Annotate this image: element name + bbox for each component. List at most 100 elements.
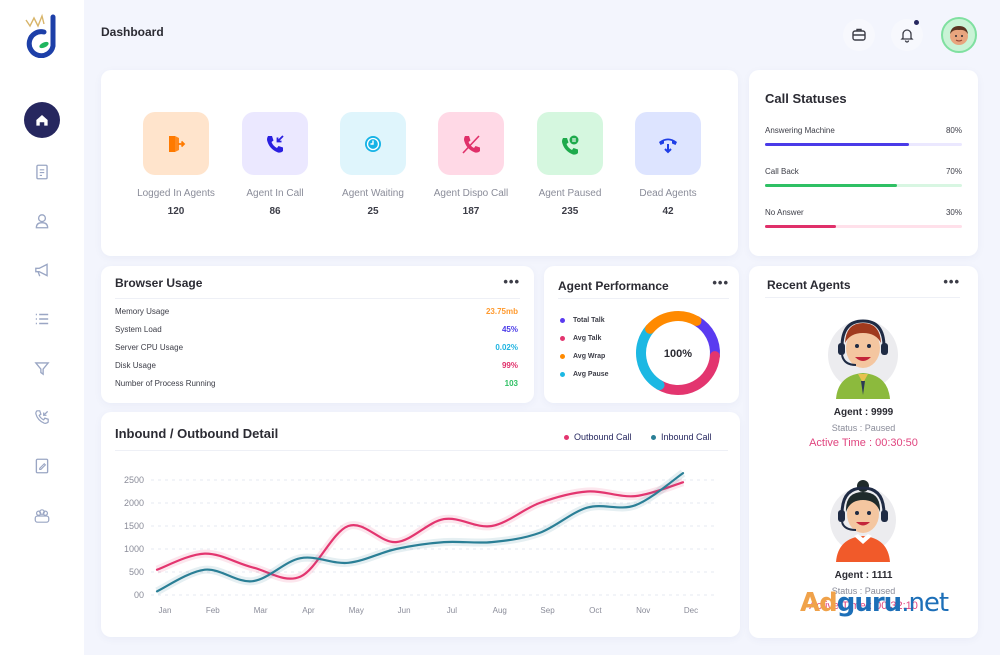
agent-status: Status : Paused <box>831 423 896 433</box>
stat-label: Agent Dispo Call <box>433 188 509 199</box>
inbound-call-point-may[interactable] <box>347 562 349 564</box>
inbound-call-point-nov[interactable] <box>634 504 636 506</box>
call-status-label: No Answer <box>765 208 804 217</box>
stat-agent-paused[interactable]: Agent Paused 235 <box>530 112 610 217</box>
x-tick-label: Dec <box>684 606 698 615</box>
performance-legend-item: Avg Pause <box>560 371 609 378</box>
divider <box>115 298 520 299</box>
sidebar-item-lists[interactable] <box>24 301 60 337</box>
stat-label: Agent Waiting <box>342 188 404 199</box>
sidebar-item-groups[interactable] <box>24 498 60 534</box>
sidebar-item-users[interactable] <box>24 203 60 239</box>
browser-usage-label: Memory Usage <box>115 307 170 316</box>
outbound-call-point-dec[interactable] <box>682 481 684 483</box>
agent-performance-donut: 100% <box>636 311 720 395</box>
outbound-call-point-jul[interactable] <box>443 518 445 520</box>
list-icon <box>35 313 49 325</box>
sidebar-item-filters[interactable] <box>24 350 60 386</box>
outbound-call-point-feb[interactable] <box>204 553 206 555</box>
sidebar-item-campaigns[interactable] <box>24 252 60 288</box>
browser-usage-label: Number of Process Running <box>115 379 216 388</box>
door-exit-icon <box>169 135 186 152</box>
stat-value: 120 <box>167 206 185 217</box>
sidebar-item-home[interactable] <box>24 102 60 138</box>
app-logo[interactable] <box>22 12 62 58</box>
stat-agent-waiting[interactable]: Agent Waiting 25 <box>333 112 413 217</box>
sidebar-item-reports[interactable] <box>24 154 60 190</box>
agent-card[interactable]: Agent : 9999 Status : Paused Active Time… <box>749 311 978 461</box>
inbound-call-point-jan[interactable] <box>156 590 158 592</box>
stat-tile <box>340 112 406 175</box>
inbound-call-point-apr[interactable] <box>299 557 301 559</box>
agent-performance-more-button[interactable]: ••• <box>712 275 729 290</box>
stat-dead-agents[interactable]: Dead Agents 42 <box>628 112 708 217</box>
y-tick-label: 1500 <box>124 521 144 531</box>
inbound-call-point-aug[interactable] <box>491 541 493 543</box>
call-status-percent: 70% <box>945 167 962 176</box>
recent-agents-more-button[interactable]: ••• <box>943 274 960 289</box>
inbound-call-point-oct[interactable] <box>586 507 588 509</box>
call-status-percent: 80% <box>945 126 962 135</box>
stat-label: Logged In Agents <box>137 188 215 199</box>
legend-label: Avg Pause <box>573 371 609 378</box>
agent-name: Agent : 9999 <box>833 407 894 418</box>
browser-usage-row: Server CPU Usage 0.02% <box>115 343 518 352</box>
outbound-call-point-apr[interactable] <box>299 576 301 578</box>
divider <box>558 298 729 299</box>
stat-agent-in-call[interactable]: Agent In Call 86 <box>235 112 315 217</box>
browser-usage-value: 45% <box>501 325 518 334</box>
phone-paused-icon <box>562 135 579 155</box>
notifications-button[interactable] <box>891 19 923 51</box>
x-tick-label: Sep <box>540 606 555 615</box>
stat-agent-dispo-call[interactable]: Agent Dispo Call 187 <box>431 112 511 217</box>
legend-dot <box>560 336 565 341</box>
inbound-call-point-sep[interactable] <box>539 532 541 534</box>
inbound-call-point-feb[interactable] <box>204 569 206 571</box>
agent-stats-card: Logged In Agents 120 Agent In Call 86 Ag… <box>101 70 738 256</box>
briefcase-button[interactable] <box>843 19 875 51</box>
sidebar-item-calls[interactable] <box>24 399 60 435</box>
inbound-outbound-line-chart: 00 500 1000 1500 2000 2500 Jan Feb Mar Apr May Jun J… <box>124 469 716 615</box>
stat-value: 42 <box>662 206 674 217</box>
outbound-call-point-jun[interactable] <box>395 541 397 543</box>
x-tick-label: Apr <box>302 606 315 615</box>
phone-incoming-icon <box>267 134 284 153</box>
user-icon <box>35 214 49 229</box>
y-tick-label: 2000 <box>124 498 144 508</box>
recent-agents-card: Recent Agents ••• Agent : 9999 Status : … <box>749 266 978 638</box>
legend-label: Total Talk <box>573 317 605 324</box>
phone-incoming-icon <box>35 410 49 424</box>
outbound-call-point-sep[interactable] <box>539 502 541 504</box>
report-icon <box>36 164 48 180</box>
inbound-call-point-mar[interactable] <box>252 580 254 582</box>
browser-usage-row: Number of Process Running 103 <box>115 379 518 388</box>
stat-logged-in-agents[interactable]: Logged In Agents 120 <box>136 112 216 217</box>
performance-legend-item: Avg Talk <box>560 335 601 342</box>
inbound-call-point-dec[interactable] <box>682 472 684 474</box>
legend-label: Avg Talk <box>573 335 602 342</box>
outbound-call-point-jan[interactable] <box>156 569 158 571</box>
user-face-icon <box>950 26 968 45</box>
legend-dot <box>560 372 565 377</box>
phone-hangup-icon <box>659 138 677 153</box>
outbound-call-point-nov[interactable] <box>634 495 636 497</box>
inbound-call-point-jul[interactable] <box>443 541 445 543</box>
outbound-call-point-oct[interactable] <box>586 491 588 493</box>
x-tick-label: Jun <box>398 606 411 615</box>
divider <box>765 297 960 298</box>
x-tick-label: May <box>349 606 364 615</box>
stat-label: Dead Agents <box>639 188 697 199</box>
performance-legend-item: Avg Wrap <box>560 353 605 360</box>
briefcase-icon <box>852 28 866 41</box>
user-avatar[interactable] <box>941 17 977 53</box>
browser-usage-more-button[interactable]: ••• <box>503 274 520 289</box>
inbound-call-point-jun[interactable] <box>395 548 397 550</box>
male-agent-avatar <box>828 319 898 399</box>
call-status-progress-track <box>765 143 962 146</box>
sidebar-item-scripts[interactable] <box>24 448 60 484</box>
legend-dot <box>560 354 565 359</box>
x-tick-label: Aug <box>493 606 507 615</box>
outbound-call-point-aug[interactable] <box>491 525 493 527</box>
outbound-call-point-mar[interactable] <box>252 566 254 568</box>
outbound-call-point-may[interactable] <box>347 525 349 527</box>
